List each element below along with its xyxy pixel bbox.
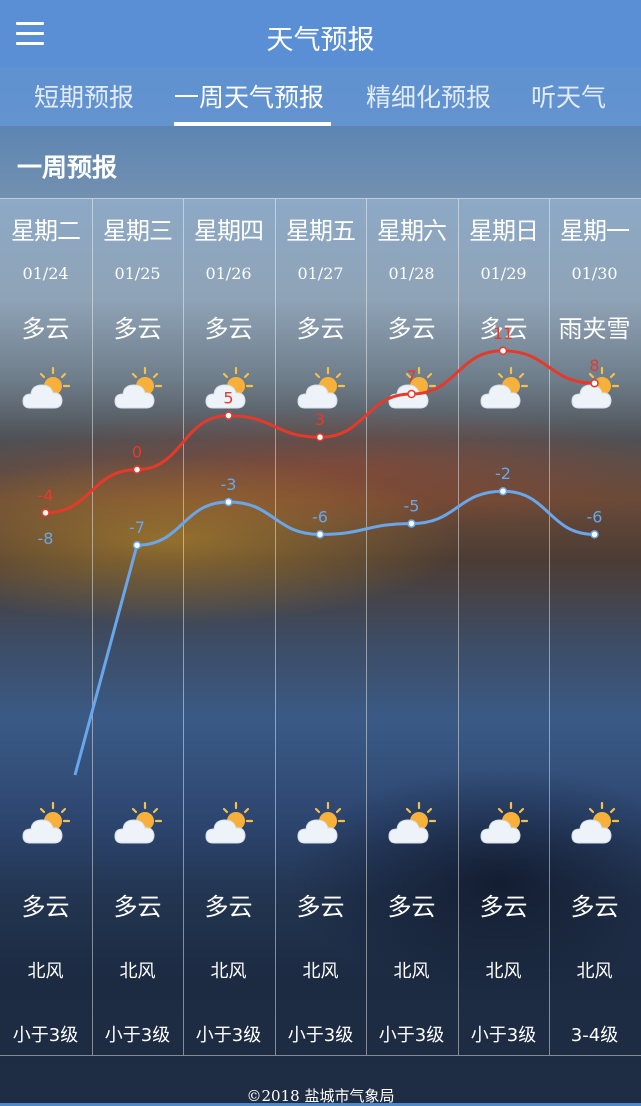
- wind-direction: 北风: [27, 961, 64, 982]
- wind-level: 小于3级: [470, 1025, 537, 1046]
- temperature-chart: -4 0 5 3 7 11 8 -8 -7 -3 -6 -5 -2 -6: [38, 324, 603, 776]
- tab-refined-forecast[interactable]: 精细化预报: [366, 78, 491, 114]
- wind-direction: 北风: [393, 961, 430, 982]
- app-header: 天气预报: [0, 0, 641, 68]
- night-condition: 多云: [204, 893, 253, 921]
- page-title: 天气预报: [266, 25, 375, 56]
- high-temp-label: -4: [38, 486, 54, 505]
- high-temp-label: 5: [223, 389, 233, 408]
- wind-direction: 北风: [485, 961, 522, 982]
- low-temp-point: [224, 497, 233, 507]
- night-condition: 多云: [296, 893, 345, 921]
- low-temp-point: [590, 530, 599, 539]
- high-temp-point: [407, 389, 416, 399]
- high-temp-label: 11: [493, 324, 513, 343]
- forecast-tabs: 短期预报 一周天气预报 精细化预报 听天气: [0, 68, 641, 126]
- low-temp-point: [315, 530, 325, 539]
- tab-short-term[interactable]: 短期预报: [34, 78, 134, 114]
- night-condition: 多云: [387, 893, 436, 921]
- tab-listen-weather[interactable]: 听天气: [531, 78, 606, 114]
- night-condition: 多云: [21, 893, 70, 921]
- high-temp-line: [45, 349, 595, 515]
- wind-level: 小于3级: [104, 1025, 171, 1046]
- low-temp-label: -2: [495, 464, 511, 483]
- high-temp-point: [315, 432, 325, 442]
- wind-level: 小于3级: [287, 1025, 354, 1046]
- low-temp-label: -3: [221, 475, 237, 494]
- low-temp-point: [132, 540, 142, 550]
- night-condition: 多云: [113, 893, 162, 921]
- high-temp-label: 7: [406, 367, 416, 386]
- section-header: 一周预报: [0, 126, 641, 199]
- low-temp-label: -6: [587, 507, 603, 526]
- high-temp-point: [498, 346, 508, 356]
- high-temp-label: 3: [315, 410, 325, 429]
- wind-level: 小于3级: [12, 1025, 79, 1046]
- wind-level: 3-4级: [570, 1025, 619, 1046]
- low-temp-point: [407, 519, 416, 528]
- footer-divider: [0, 1055, 641, 1056]
- high-temp-label: 0: [132, 443, 142, 462]
- low-temp-label: -8: [38, 529, 54, 548]
- low-temp-point: [498, 486, 508, 496]
- low-temp-label: -5: [404, 497, 420, 516]
- low-temp-line: [73, 489, 595, 776]
- low-temp-label: -6: [312, 507, 328, 526]
- wind-direction: 北风: [302, 961, 339, 982]
- wind-level: 小于3级: [195, 1025, 262, 1046]
- wind-direction: 北风: [119, 961, 156, 982]
- low-temp-label: -7: [129, 518, 145, 537]
- high-temp-point: [41, 508, 50, 518]
- night-condition: 多云: [479, 893, 528, 921]
- night-condition: 多云: [570, 893, 619, 921]
- high-temp-label: 8: [589, 356, 599, 375]
- high-temp-point: [590, 378, 599, 388]
- tab-week-forecast[interactable]: 一周天气预报: [174, 78, 324, 114]
- wind-direction: 北风: [210, 961, 247, 982]
- wind-level: 小于3级: [378, 1025, 445, 1046]
- wind-direction: 北风: [576, 961, 613, 982]
- high-temp-point: [224, 411, 233, 420]
- section-title: 一周预报: [17, 153, 118, 182]
- high-temp-point: [132, 465, 142, 474]
